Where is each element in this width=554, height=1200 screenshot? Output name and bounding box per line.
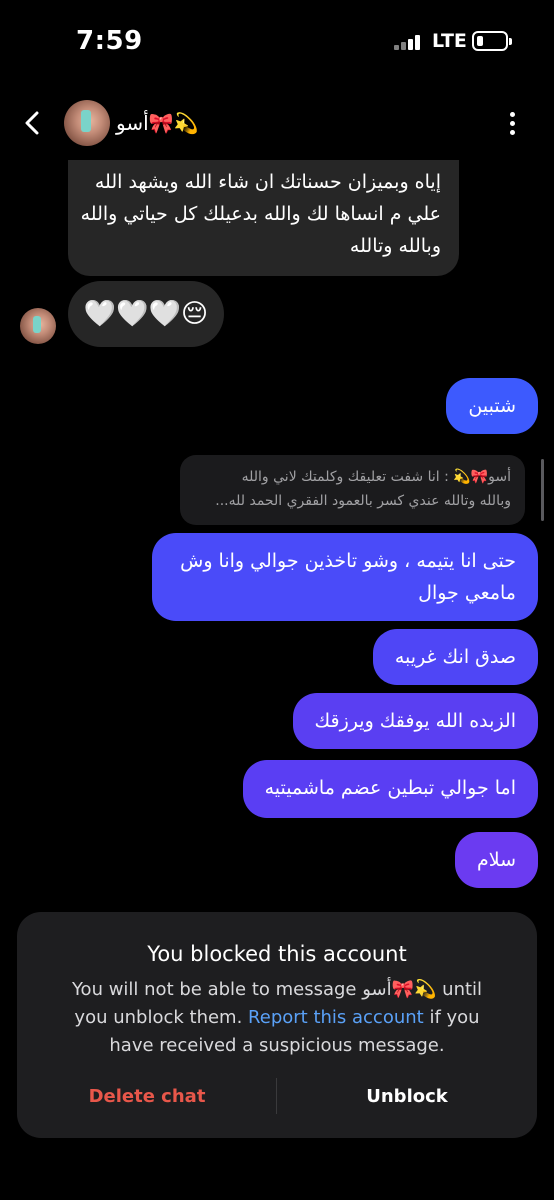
message-line: مامعي جوال <box>418 582 516 604</box>
message-line: وبالله وتالله <box>349 235 441 257</box>
signal-icon <box>394 34 424 50</box>
report-account-link[interactable]: Report this account <box>248 1007 424 1028</box>
contact-avatar[interactable] <box>64 100 110 146</box>
status-time: 7:59 <box>76 26 143 56</box>
message-line: علي م انساها لك والله بدعيلك كل حياتي وا… <box>80 203 441 225</box>
outgoing-message[interactable]: حتى انا يتيمه ، وشو تاخذين جوالي وانا وش… <box>152 533 538 621</box>
button-divider <box>276 1078 277 1114</box>
panel-message: You will not be able to message أسو🎀💫 un… <box>37 976 517 1060</box>
panel-text: you unblock them. <box>74 1007 249 1028</box>
delete-chat-button[interactable]: Delete chat <box>57 1082 237 1112</box>
reply-bar <box>541 459 544 521</box>
outgoing-message[interactable]: صدق انك غريبه <box>372 629 538 685</box>
panel-text: if you <box>423 1007 480 1028</box>
reply-quote[interactable]: أسو🎀💫 : انا شفت تعليقك وكلمتك لاني والله… <box>180 455 525 525</box>
blocked-account-panel: You blocked this account You will not be… <box>17 912 537 1138</box>
panel-message-line: have received a suspicious message. <box>109 1035 445 1056</box>
contact-name[interactable]: أسو🎀💫 <box>116 111 198 135</box>
more-options-icon[interactable] <box>508 112 516 138</box>
battery-tip <box>509 38 512 45</box>
outgoing-message[interactable]: اما جوالي تبطين عضم ماشميتيه <box>242 760 538 818</box>
network-type: LTE <box>432 30 467 52</box>
message-line: إياه وبميزان حسناتك ان شاء الله ويشهد ال… <box>94 171 441 193</box>
outgoing-message[interactable]: شتبين <box>446 378 538 434</box>
battery-icon <box>472 31 508 51</box>
reply-line: وبالله وتالله عندي كسر بالعمود الفقري ال… <box>215 493 511 509</box>
panel-title: You blocked this account <box>147 942 407 966</box>
outgoing-message[interactable]: الزبده الله يوفقك ويرزقك <box>292 693 538 749</box>
status-bar: 7:59 LTE <box>0 0 554 86</box>
reply-line: أسو🎀💫 : انا شفت تعليقك وكلمتك لاني والله <box>241 469 511 485</box>
outgoing-message[interactable]: سلام <box>454 832 538 888</box>
unblock-button[interactable]: Unblock <box>317 1082 497 1112</box>
incoming-message-hearts[interactable]: 🤍🤍🤍😔 <box>68 281 224 347</box>
chat-header: أسو🎀💫 <box>0 86 554 160</box>
panel-message-line: you unblock them. Report this account if… <box>37 1004 517 1032</box>
panel-message-line: You will not be able to message أسو🎀💫 un… <box>71 979 483 1000</box>
back-chevron-icon[interactable] <box>18 108 48 138</box>
message-line: حتى انا يتيمه ، وشو تاخذين جوالي وانا وش <box>180 550 516 572</box>
message-list[interactable]: إياه وبميزان حسناتك ان شاء الله ويشهد ال… <box>0 160 554 900</box>
incoming-message[interactable]: إياه وبميزان حسناتك ان شاء الله ويشهد ال… <box>68 160 459 276</box>
sender-avatar[interactable] <box>20 308 56 344</box>
